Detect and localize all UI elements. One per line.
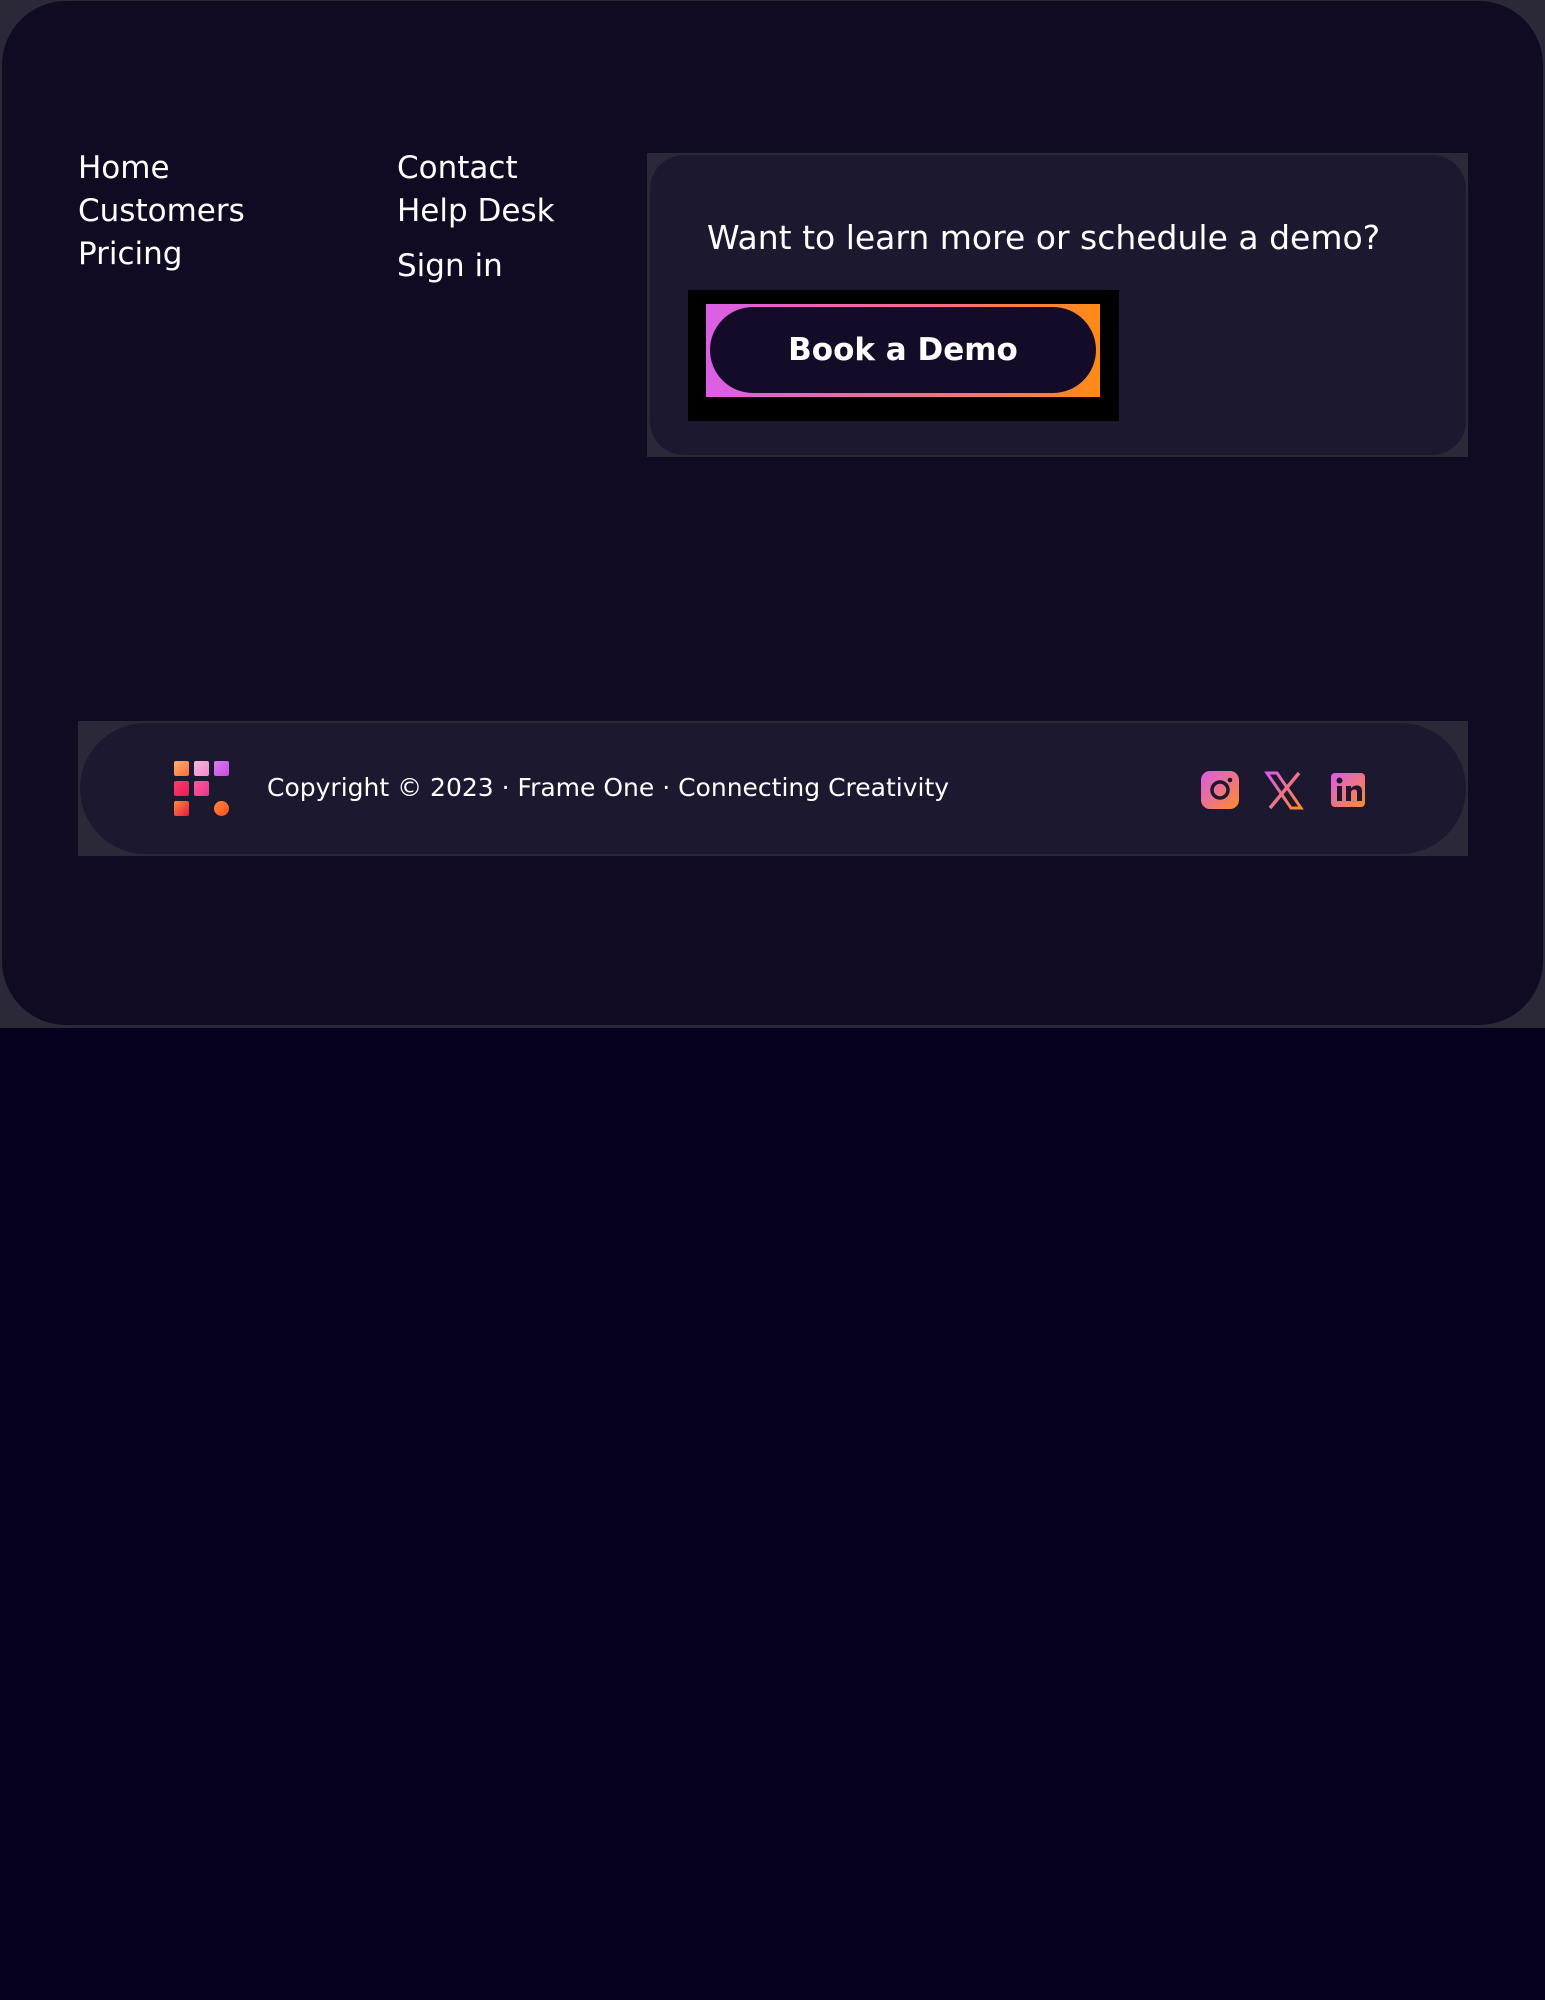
frame-one-logo-icon [174, 761, 229, 816]
instagram-icon [1201, 771, 1239, 809]
nav-link-help-desk[interactable]: Help Desk [397, 190, 555, 233]
instagram-link[interactable] [1200, 768, 1240, 812]
cta-heading: Want to learn more or schedule a demo? [707, 218, 1381, 257]
x-twitter-link[interactable] [1264, 768, 1304, 812]
sign-in-link[interactable]: Sign in [397, 245, 555, 288]
footer-nav-secondary: Contact Help Desk Sign in [397, 147, 555, 288]
nav-link-home[interactable]: Home [78, 147, 245, 190]
nav-link-contact[interactable]: Contact [397, 147, 555, 190]
nav-link-pricing[interactable]: Pricing [78, 233, 245, 276]
nav-link-customers[interactable]: Customers [78, 190, 245, 233]
linkedin-icon [1331, 773, 1365, 807]
book-demo-button[interactable]: Book a Demo [710, 307, 1096, 393]
copyright-text: Copyright © 2023 · Frame One · Connectin… [267, 773, 950, 802]
linkedin-link[interactable] [1328, 768, 1368, 812]
footer-nav-primary: Home Customers Pricing [78, 147, 245, 276]
x-twitter-icon [1264, 771, 1304, 810]
